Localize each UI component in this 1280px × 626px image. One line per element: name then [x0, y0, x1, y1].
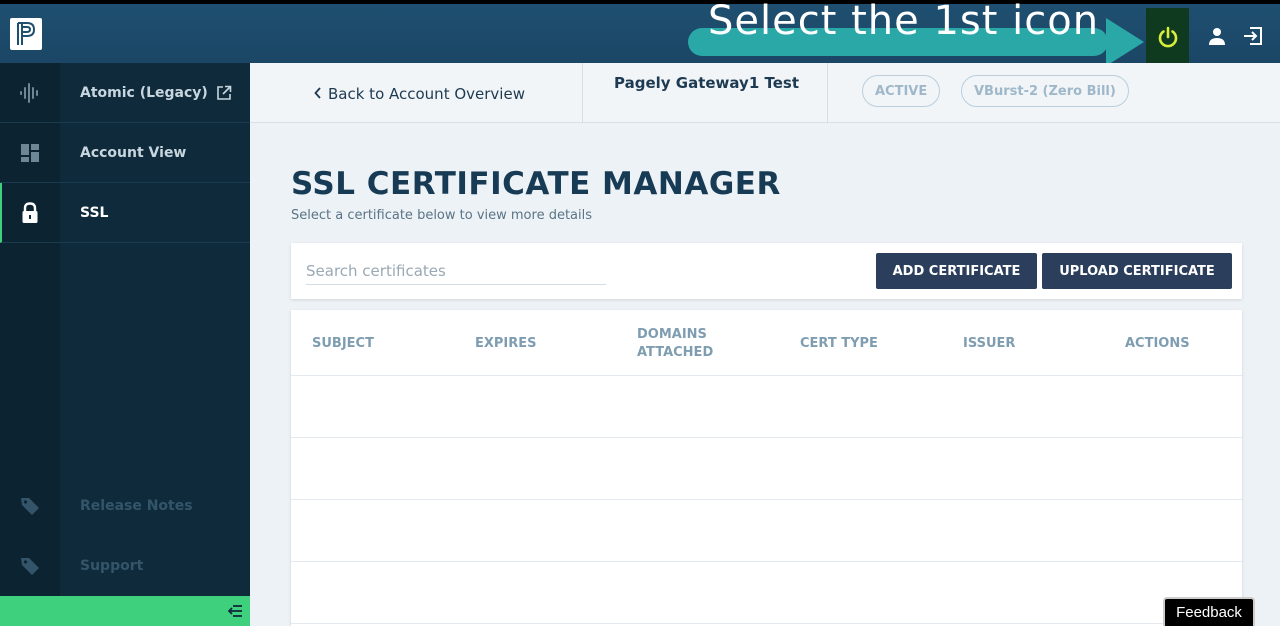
column-header-actions: ACTIONS — [1125, 336, 1190, 351]
sidebar-item-support[interactable]: Support — [0, 536, 250, 596]
column-header-issuer[interactable]: ISSUER — [963, 326, 1015, 362]
sidebar-item-label: Support — [80, 558, 144, 574]
plan-badge: VBurst-2 (Zero Bill) — [961, 75, 1129, 107]
user-icon[interactable] — [1205, 24, 1229, 48]
table-row — [291, 562, 1242, 624]
certificate-table: SUBJECT EXPIRES DOMAINS ATTACHED CERT TY… — [291, 310, 1242, 626]
top-bar: Select the 1st icon — [0, 0, 1280, 71]
upload-certificate-button[interactable]: UPLOAD CERTIFICATE — [1042, 253, 1232, 289]
sidebar-item-ssl[interactable]: SSL — [0, 183, 250, 243]
column-header-cert-type[interactable]: CERT TYPE — [800, 326, 878, 362]
power-icon — [1156, 25, 1180, 53]
sidebar-collapse-bar[interactable] — [0, 596, 250, 626]
sidebar-item-atomic-legacy[interactable]: Atomic (Legacy) — [0, 63, 250, 123]
page-title: SSL CERTIFICATE MANAGER — [291, 166, 781, 202]
tag-icon — [0, 556, 60, 576]
sidebar-item-label: Release Notes — [80, 498, 193, 514]
tooltip-arrow-head — [1106, 18, 1144, 66]
tooltip-text: Select the 1st icon — [708, 0, 1100, 44]
header-divider — [827, 63, 828, 123]
chevron-left-icon — [314, 85, 322, 103]
back-to-account-link[interactable]: Back to Account Overview — [314, 85, 525, 103]
sidebar: Atomic (Legacy) Account View SSL Release… — [0, 63, 250, 626]
sidebar-item-label: Atomic (Legacy) — [80, 84, 208, 101]
column-header-domains-attached[interactable]: DOMAINS ATTACHED — [637, 326, 727, 362]
table-row — [291, 438, 1242, 500]
sidebar-item-account-view[interactable]: Account View — [0, 123, 250, 183]
add-certificate-button[interactable]: ADD CERTIFICATE — [876, 253, 1037, 289]
feedback-button[interactable]: Feedback — [1163, 597, 1255, 626]
sidebar-item-label: SSL — [80, 204, 109, 221]
status-badge: ACTIVE — [862, 75, 941, 107]
table-row — [291, 500, 1242, 562]
pagely-logo[interactable] — [10, 18, 42, 50]
table-row — [291, 376, 1242, 438]
tag-icon — [0, 496, 60, 516]
certificate-toolbar: ADD CERTIFICATE UPLOAD CERTIFICATE — [291, 243, 1242, 299]
external-link-icon — [216, 85, 232, 101]
sidebar-item-label: Account View — [80, 144, 187, 161]
header-divider — [582, 63, 583, 123]
lock-icon — [0, 201, 60, 224]
logout-icon[interactable] — [1241, 24, 1265, 48]
power-button[interactable] — [1146, 8, 1189, 71]
account-name: Pagely Gateway1 Test — [614, 74, 800, 92]
column-header-expires[interactable]: EXPIRES — [475, 326, 537, 362]
collapse-icon[interactable] — [228, 604, 242, 618]
back-link-label: Back to Account Overview — [328, 85, 525, 103]
search-input[interactable] — [306, 257, 606, 285]
page-subtitle: Select a certificate below to view more … — [291, 208, 593, 223]
account-header: Back to Account Overview Pagely Gateway1… — [250, 63, 1280, 123]
grid-icon — [0, 143, 60, 163]
sidebar-item-release-notes[interactable]: Release Notes — [0, 476, 250, 536]
column-header-subject[interactable]: SUBJECT — [312, 326, 374, 362]
waveform-icon — [0, 82, 60, 103]
